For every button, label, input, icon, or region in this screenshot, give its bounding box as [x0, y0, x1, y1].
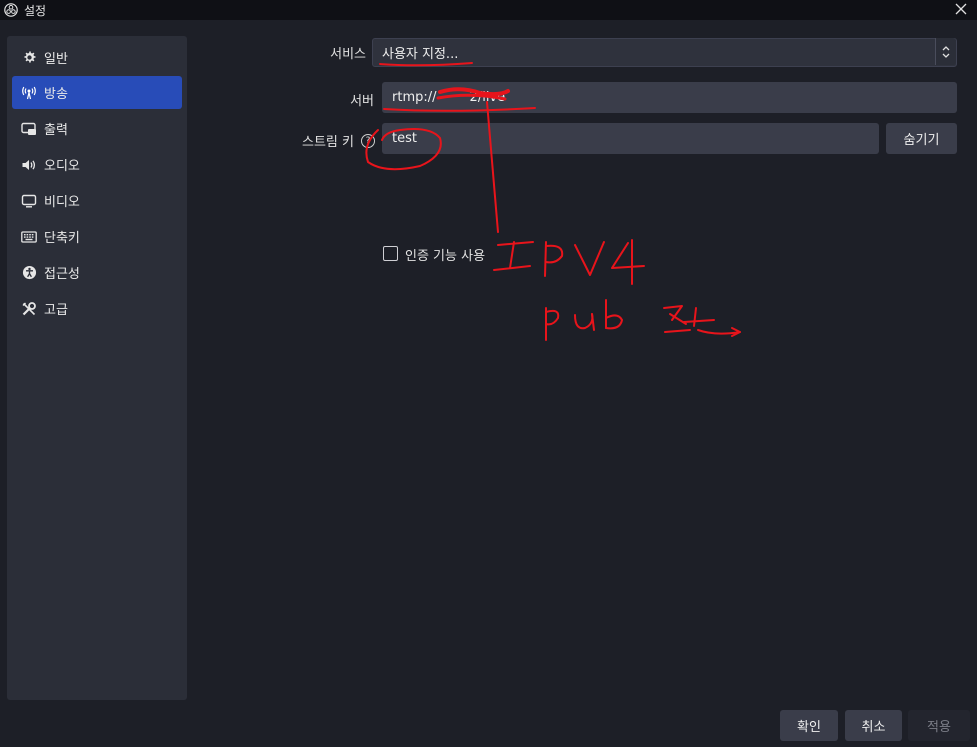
- cancel-button[interactable]: 취소: [845, 710, 902, 741]
- sidebar-item-label: 단축키: [44, 231, 80, 246]
- sidebar-item-label: 비디오: [44, 195, 80, 210]
- sidebar-item-output[interactable]: 출력: [12, 112, 182, 145]
- output-icon: [21, 121, 37, 137]
- monitor-icon: [21, 193, 37, 209]
- sidebar-item-video[interactable]: 비디오: [12, 184, 182, 217]
- hide-button[interactable]: 숨기기: [886, 123, 957, 154]
- sidebar-item-hotkeys[interactable]: 단축키: [12, 220, 182, 253]
- sidebar-item-label: 접근성: [44, 267, 80, 282]
- settings-sidebar: 일반 방송 출력 오디오 비디오 단축키 접근성 고급: [7, 36, 187, 700]
- speaker-icon: [21, 157, 37, 173]
- sidebar-item-advanced[interactable]: 고급: [12, 292, 182, 325]
- service-label: 서비스: [330, 47, 366, 62]
- accessibility-icon: [21, 265, 37, 281]
- sidebar-item-label: 오디오: [44, 159, 80, 174]
- keyboard-icon: [21, 229, 37, 245]
- obs-logo-icon: [4, 3, 18, 17]
- apply-button[interactable]: 적용: [908, 710, 970, 741]
- auth-checkbox[interactable]: [383, 246, 398, 261]
- broadcast-icon: [21, 85, 37, 101]
- tools-icon: [21, 301, 37, 317]
- server-label: 서버: [350, 94, 374, 109]
- auth-label: 인증 기능 사용: [405, 249, 486, 264]
- ok-button[interactable]: 확인: [780, 710, 838, 741]
- stream-key-input[interactable]: test: [382, 123, 879, 154]
- sidebar-item-label: 일반: [44, 52, 68, 67]
- server-value: rtmp:// 2/live: [392, 90, 506, 105]
- sidebar-item-stream[interactable]: 방송: [12, 76, 182, 109]
- window-title: 설정: [24, 3, 47, 18]
- service-value: 사용자 지정...: [382, 47, 459, 62]
- close-icon[interactable]: [953, 1, 969, 17]
- title-bar: 설정: [0, 0, 977, 20]
- service-select[interactable]: 사용자 지정...: [372, 38, 957, 67]
- help-icon[interactable]: ?: [361, 134, 375, 148]
- sidebar-item-label: 출력: [44, 123, 68, 138]
- sidebar-item-accessibility[interactable]: 접근성: [12, 256, 182, 289]
- sidebar-item-audio[interactable]: 오디오: [12, 148, 182, 181]
- stream-key-value: test: [392, 131, 417, 146]
- chevron-updown-icon[interactable]: [935, 38, 956, 65]
- stream-key-label: 스트림 키: [302, 135, 354, 150]
- sidebar-item-label: 방송: [44, 87, 68, 102]
- sidebar-item-general[interactable]: 일반: [12, 41, 182, 74]
- server-input[interactable]: rtmp:// 2/live: [382, 82, 957, 113]
- gear-icon: [21, 50, 37, 66]
- sidebar-item-label: 고급: [44, 303, 68, 318]
- settings-window: 설정 일반 방송 출력 오디오 비디오 단축키 접근성 고급 서비스 사용자 지…: [0, 0, 977, 747]
